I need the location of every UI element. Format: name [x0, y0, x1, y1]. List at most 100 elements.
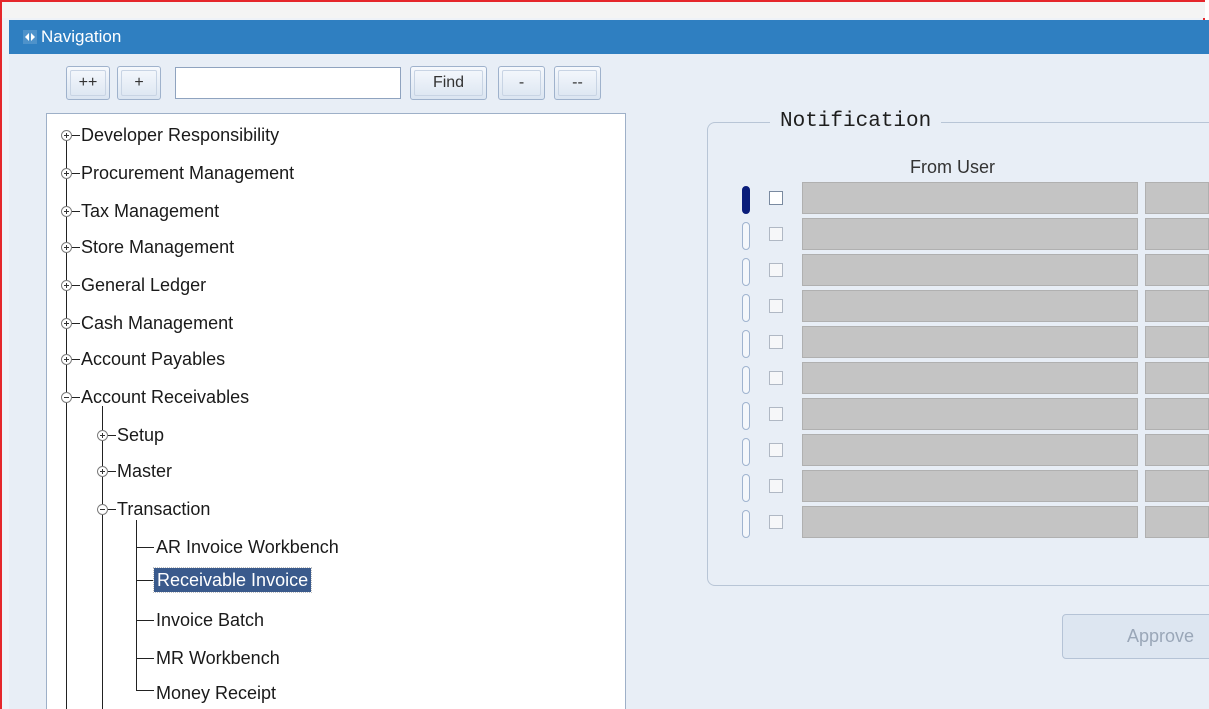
tree-connector — [136, 520, 137, 690]
row-checkbox[interactable] — [769, 515, 783, 529]
tree-connector — [136, 620, 154, 621]
row-indicator[interactable] — [742, 222, 750, 250]
tree-item[interactable]: Account Receivables — [81, 385, 249, 409]
from-user-cell[interactable] — [802, 326, 1138, 358]
row-checkbox[interactable] — [769, 335, 783, 349]
row-indicator[interactable] — [742, 258, 750, 286]
tree-connector — [136, 690, 154, 691]
collapse-toggle-icon[interactable] — [61, 392, 72, 403]
expand-toggle-icon[interactable] — [61, 130, 72, 141]
from-user-cell[interactable] — [802, 506, 1138, 538]
row-checkbox[interactable] — [769, 227, 783, 241]
expand-toggle-icon[interactable] — [61, 280, 72, 291]
tree-item[interactable]: AR Invoice Workbench — [156, 535, 339, 559]
tree-item[interactable]: Transaction — [117, 497, 210, 521]
navigator-tree: Developer Responsibility Procurement Man… — [46, 113, 626, 709]
notification-cell[interactable] — [1145, 470, 1209, 502]
expand-toggle-icon[interactable] — [97, 466, 108, 477]
from-user-cell[interactable] — [802, 434, 1138, 466]
row-indicator[interactable] — [742, 294, 750, 322]
tree-connector — [136, 658, 154, 659]
tree-item[interactable]: Money Receipt — [156, 681, 276, 705]
notification-cell[interactable] — [1145, 398, 1209, 430]
row-indicator[interactable] — [742, 366, 750, 394]
find-input[interactable] — [175, 67, 401, 99]
notification-title: Notification — [770, 110, 942, 133]
collapse-button[interactable]: - — [498, 66, 545, 100]
row-indicator[interactable] — [742, 330, 750, 358]
tree-item[interactable]: Account Payables — [81, 347, 225, 371]
tree-connector — [136, 547, 154, 548]
tree-item[interactable]: Cash Management — [81, 311, 233, 335]
expand-all-button[interactable]: ++ — [66, 66, 110, 100]
collapse-toggle-icon[interactable] — [97, 504, 108, 515]
tree-connector — [108, 435, 116, 436]
row-indicator[interactable] — [742, 186, 750, 214]
tree-connector — [72, 211, 80, 212]
row-checkbox[interactable] — [769, 299, 783, 313]
tree-item[interactable]: Store Management — [81, 235, 234, 259]
row-indicator[interactable] — [742, 402, 750, 430]
notification-cell[interactable] — [1145, 218, 1209, 250]
find-button[interactable]: Find — [410, 66, 487, 100]
collapse-label: - — [518, 74, 525, 91]
tree-connector — [108, 509, 116, 510]
tree-item[interactable]: MR Workbench — [156, 646, 280, 670]
from-user-cell[interactable] — [802, 470, 1138, 502]
tree-item[interactable]: Procurement Management — [81, 161, 294, 185]
row-indicator[interactable] — [742, 438, 750, 466]
approve-button[interactable]: Approve — [1062, 614, 1209, 659]
row-checkbox[interactable] — [769, 443, 783, 457]
notification-cell[interactable] — [1145, 290, 1209, 322]
row-checkbox[interactable] — [769, 479, 783, 493]
from-user-cell[interactable] — [802, 290, 1138, 322]
collapse-all-label: -- — [572, 74, 583, 91]
find-label: Find — [432, 74, 465, 91]
tree-item[interactable]: General Ledger — [81, 273, 206, 297]
from-user-cell[interactable] — [802, 218, 1138, 250]
expand-button[interactable]: + — [117, 66, 161, 100]
notification-cell[interactable] — [1145, 506, 1209, 538]
tree-item[interactable]: Invoice Batch — [156, 608, 264, 632]
navigator-icon — [23, 30, 37, 44]
approve-label: Approve — [1127, 626, 1195, 646]
expand-toggle-icon[interactable] — [61, 354, 72, 365]
notification-cell[interactable] — [1145, 362, 1209, 394]
window-title: Navigation — [41, 27, 122, 46]
row-checkbox[interactable] — [769, 191, 783, 205]
row-indicator[interactable] — [742, 474, 750, 502]
row-indicator[interactable] — [742, 510, 750, 538]
from-user-column-header: From User — [910, 157, 995, 177]
notification-cell[interactable] — [1145, 182, 1209, 214]
tree-connector — [72, 285, 80, 286]
tree-connector — [72, 247, 80, 248]
from-user-cell[interactable] — [802, 182, 1138, 214]
from-user-cell[interactable] — [802, 398, 1138, 430]
tree-connector — [66, 140, 67, 709]
tree-connector — [72, 359, 80, 360]
row-checkbox[interactable] — [769, 407, 783, 421]
tree-connector — [72, 397, 80, 398]
row-checkbox[interactable] — [769, 263, 783, 277]
from-user-cell[interactable] — [802, 254, 1138, 286]
expand-all-label: ++ — [78, 74, 98, 91]
tree-item[interactable]: Master — [117, 459, 172, 483]
window-titlebar: Navigation — [9, 20, 1209, 54]
expand-toggle-icon[interactable] — [61, 318, 72, 329]
tree-item[interactable]: Tax Management — [81, 199, 219, 223]
tree-item[interactable]: Developer Responsibility — [81, 123, 279, 147]
top-strip — [2, 2, 1205, 18]
tree-item[interactable]: Setup — [117, 423, 164, 447]
tree-item-selected[interactable]: Receivable Invoice — [152, 567, 313, 593]
expand-toggle-icon[interactable] — [61, 206, 72, 217]
notification-cell[interactable] — [1145, 254, 1209, 286]
collapse-all-button[interactable]: -- — [554, 66, 601, 100]
notification-cell[interactable] — [1145, 326, 1209, 358]
expand-toggle-icon[interactable] — [61, 168, 72, 179]
tree-connector — [72, 323, 80, 324]
row-checkbox[interactable] — [769, 371, 783, 385]
notification-cell[interactable] — [1145, 434, 1209, 466]
expand-toggle-icon[interactable] — [61, 242, 72, 253]
expand-toggle-icon[interactable] — [97, 430, 108, 441]
from-user-cell[interactable] — [802, 362, 1138, 394]
